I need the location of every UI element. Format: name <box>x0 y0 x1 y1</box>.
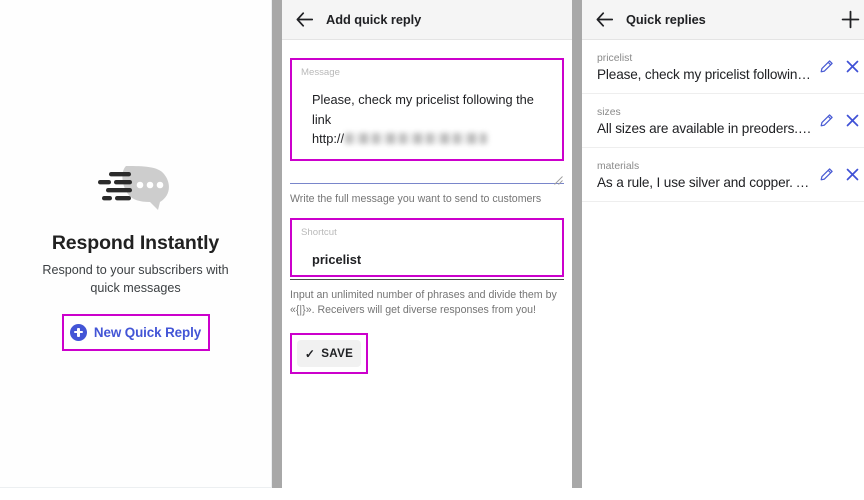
quick-reply-actions <box>820 107 859 127</box>
quick-reply-texts: pricelist Please, check my pricelist fol… <box>597 53 812 82</box>
new-quick-reply-label: New Quick Reply <box>93 324 202 340</box>
pencil-icon[interactable] <box>820 168 833 181</box>
panel-divider-2 <box>572 0 582 488</box>
panel-divider-1 <box>272 0 282 488</box>
resize-grip-icon[interactable] <box>554 172 563 185</box>
quick-reply-shortcut: sizes <box>597 107 621 118</box>
add-quick-reply-panel: Add quick reply Message Please, check my… <box>282 0 572 500</box>
message-field-url-prefix: http:// <box>312 131 345 147</box>
save-button[interactable]: ✓ SAVE <box>297 340 361 368</box>
quick-reply-message: As a rule, I use silver and copper. A… <box>597 175 812 190</box>
quick-replies-list: pricelist Please, check my pricelist fol… <box>582 40 864 202</box>
empty-state-content: Respond Instantly Respond to your subscr… <box>0 162 271 351</box>
table-row[interactable]: pricelist Please, check my pricelist fol… <box>582 40 864 94</box>
close-icon[interactable] <box>846 60 859 73</box>
quick-reply-actions <box>820 53 859 73</box>
quick-reply-message: Please, check my pricelist following… <box>597 67 812 82</box>
shortcut-field[interactable]: Shortcut pricelist <box>290 217 564 277</box>
quick-reply-texts: sizes All sizes are available in preoder… <box>597 107 812 136</box>
table-row[interactable]: sizes All sizes are available in preoder… <box>582 94 864 148</box>
add-quick-reply-body: Message Please, check my pricelist follo… <box>282 58 572 375</box>
pencil-icon[interactable] <box>820 60 833 73</box>
new-quick-reply-button[interactable]: New Quick Reply <box>61 313 210 351</box>
plus-circle-icon <box>69 323 87 341</box>
quick-reply-actions <box>820 161 859 181</box>
message-field-helper: Write the full message you want to send … <box>290 193 542 206</box>
empty-state-subtitle: Respond to your subscribers with quick m… <box>42 263 229 295</box>
check-icon: ✓ <box>304 346 316 361</box>
quick-replies-panel: Quick replies pricelist Please, check my… <box>582 0 864 500</box>
close-icon[interactable] <box>846 168 859 181</box>
fast-message-bubble-icon <box>88 162 184 214</box>
add-quick-reply-title: Add quick reply <box>326 12 422 27</box>
save-button-label: SAVE <box>321 347 354 361</box>
quick-reply-texts: materials As a rule, I use silver and co… <box>597 161 812 190</box>
shortcut-field-underline <box>290 278 564 280</box>
message-field[interactable]: Message Please, check my pricelist follo… <box>290 58 564 162</box>
save-button-highlight: ✓ SAVE <box>290 333 368 375</box>
quick-reply-message: All sizes are available in preoders. … <box>597 121 812 136</box>
shortcut-field-helper: Input an unlimited number of phrases and… <box>290 288 557 317</box>
message-field-redacted-url <box>345 133 488 145</box>
message-field-line1: Please, check my pricelist following the… <box>312 92 534 127</box>
empty-state-panel: Respond Instantly Respond to your subscr… <box>0 0 272 488</box>
table-row[interactable]: materials As a rule, I use silver and co… <box>582 148 864 202</box>
shortcut-field-value: pricelist <box>312 251 362 267</box>
message-field-label: Message <box>301 67 340 78</box>
shortcut-field-label: Shortcut <box>301 226 337 238</box>
back-arrow-icon[interactable] <box>596 12 614 27</box>
add-quick-reply-plus-icon[interactable] <box>841 10 860 29</box>
page-title: Respond Instantly <box>51 232 220 254</box>
pencil-icon[interactable] <box>820 114 833 127</box>
quick-replies-appbar: Quick replies <box>582 0 864 40</box>
message-field-underline[interactable] <box>290 165 564 185</box>
add-quick-reply-appbar: Add quick reply <box>282 0 572 40</box>
quick-replies-title: Quick replies <box>626 12 706 27</box>
message-field-value: Please, check my pricelist following the… <box>301 90 553 149</box>
screenshot-stage: Respond Instantly Respond to your subscr… <box>0 0 864 500</box>
back-arrow-icon[interactable] <box>296 12 314 27</box>
close-icon[interactable] <box>846 114 859 127</box>
quick-reply-shortcut: pricelist <box>597 53 633 64</box>
quick-reply-shortcut: materials <box>597 161 640 172</box>
